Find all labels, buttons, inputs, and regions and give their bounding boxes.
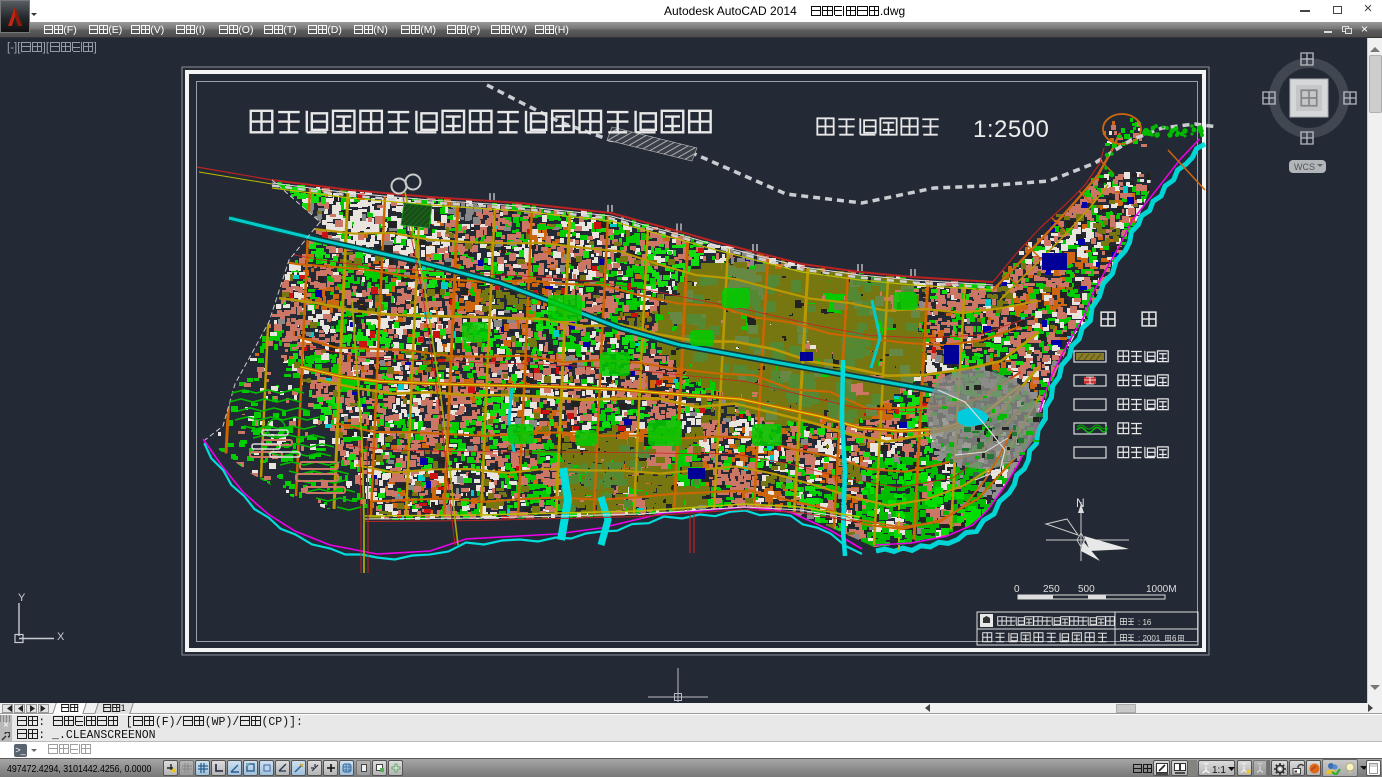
svg-text:0: 0 (1014, 584, 1020, 595)
svg-text:1:2500: 1:2500 (973, 116, 1049, 143)
svg-text:1:1: 1:1 (1212, 765, 1226, 775)
svg-text:250: 250 (1043, 584, 1060, 595)
svg-text:6: 6 (1172, 634, 1177, 643)
svg-text:WCS: WCS (1294, 162, 1315, 172)
svg-text:1000M: 1000M (1146, 584, 1177, 595)
svg-text:: 2001: : 2001 (1138, 634, 1161, 643)
svg-text:: 16: : 16 (1138, 618, 1152, 627)
svg-text:500: 500 (1078, 584, 1095, 595)
svg-text:X: X (57, 631, 65, 643)
svg-text:Y: Y (18, 592, 26, 604)
